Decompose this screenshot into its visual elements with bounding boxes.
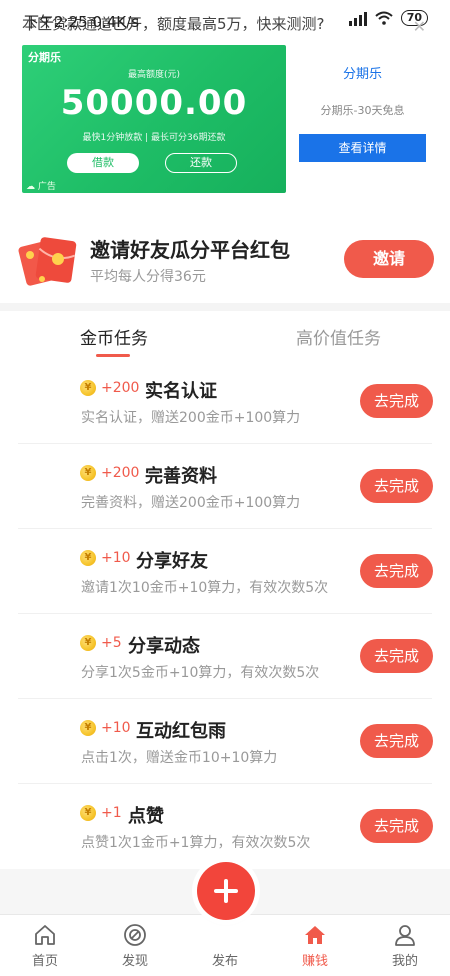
task-item: +200 实名认证 实名认证，赠送200金币+100算力 去完成 <box>0 359 450 444</box>
ad-repay-button[interactable]: 还款 <box>165 153 237 173</box>
compass-icon <box>124 924 146 946</box>
task-item: +10 分享好友 邀请1次10金币+10算力，有效次数5次 去完成 <box>0 529 450 614</box>
task-item: +10 互动红包雨 点击1次，赠送金币10+10算力 去完成 <box>0 699 450 784</box>
coin-icon <box>80 380 96 396</box>
nav-label: 发现 <box>121 954 148 969</box>
invite-banner: 邀请好友瓜分平台红包 平均每人分得36元 邀请 <box>0 213 450 303</box>
ad-headline-overlay: 本区贷款通道已开，额度最高5万，快来测测? <box>22 15 325 33</box>
nav-item-home[interactable]: 首页 <box>5 915 85 976</box>
section-divider <box>0 303 450 311</box>
invite-button[interactable]: 邀请 <box>344 240 434 278</box>
tab-coin-tasks[interactable]: 金币任务 <box>80 324 148 349</box>
nav-item-earn[interactable]: 赚钱 <box>275 915 355 976</box>
bottom-nav: 首页 发现 发布 赚钱 我的 <box>0 914 450 976</box>
task-complete-button[interactable]: 去完成 <box>360 554 433 588</box>
task-item: +200 完善资料 完善资料，赠送200金币+100算力 去完成 <box>0 444 450 529</box>
task-title: 分享动态 <box>128 636 200 657</box>
user-icon <box>395 925 415 946</box>
task-title: 互动红包雨 <box>136 721 226 742</box>
tab-high-value-tasks[interactable]: 高价值任务 <box>296 324 381 349</box>
coin-icon <box>80 635 96 651</box>
close-ad-icon[interactable]: ✕ <box>413 17 426 36</box>
nav-label: 首页 <box>31 954 58 969</box>
task-desc: 分享1次5金币+10算力，有效次数5次 <box>81 665 320 681</box>
task-desc: 实名认证，赠送200金币+100算力 <box>81 410 301 426</box>
ad-brand: 分期乐 <box>28 51 61 64</box>
task-item: +5 分享动态 分享1次5金币+10算力，有效次数5次 去完成 <box>0 614 450 699</box>
nav-label: 发布 <box>211 954 238 969</box>
task-title: 点赞 <box>128 806 164 827</box>
task-title: 完善资料 <box>145 466 217 487</box>
task-title: 实名认证 <box>145 381 217 402</box>
ad-limit-label: 最高额度(元) <box>127 70 181 80</box>
nav-item-discover[interactable]: 发现 <box>95 915 175 976</box>
task-reward: +10 <box>101 550 131 566</box>
task-reward: +200 <box>101 380 140 396</box>
task-reward: +5 <box>101 635 122 651</box>
ad-banner[interactable]: 分期乐 最高额度(元) 50000.00 最快1分钟放款 | 最长可分36期还款… <box>22 45 286 193</box>
task-desc: 点赞1次1金币+1算力，有效次数5次 <box>81 835 311 851</box>
task-desc: 点击1次，赠送金币10+10算力 <box>81 750 278 766</box>
task-complete-button[interactable]: 去完成 <box>360 469 433 503</box>
coin-icon <box>80 465 96 481</box>
task-title: 分享好友 <box>136 551 208 572</box>
invite-subtitle: 平均每人分得36元 <box>90 269 206 285</box>
task-desc: 完善资料，赠送200金币+100算力 <box>81 495 301 511</box>
coin-icon <box>80 805 96 821</box>
publish-plus-button[interactable] <box>197 862 255 920</box>
nav-item-profile[interactable]: 我的 <box>365 915 445 976</box>
task-tabs: 金币任务 高价值任务 <box>0 311 450 359</box>
task-complete-button[interactable]: 去完成 <box>360 384 433 418</box>
invite-title: 邀请好友瓜分平台红包 <box>90 238 290 262</box>
nav-label: 赚钱 <box>301 954 328 969</box>
task-reward: +200 <box>101 465 140 481</box>
ad-side-subtitle: 分期乐-30天免息 <box>320 104 405 117</box>
ad-side-title: 分期乐 <box>342 67 382 82</box>
task-item: +1 点赞 点赞1次1金币+1算力，有效次数5次 去完成 <box>0 784 450 869</box>
task-complete-button[interactable]: 去完成 <box>360 724 433 758</box>
task-complete-button[interactable]: 去完成 <box>360 639 433 673</box>
home-outline-icon <box>35 925 55 945</box>
task-list: +200 实名认证 实名认证，赠送200金币+100算力 去完成 +200 完善… <box>0 359 450 869</box>
home-filled-icon <box>305 926 325 944</box>
coin-icon <box>80 550 96 566</box>
coin-icon <box>80 720 96 736</box>
ad-tag: ☁ 广告 <box>26 182 56 192</box>
ad-detail-button[interactable]: 查看详情 <box>299 134 426 162</box>
nav-label: 我的 <box>391 954 418 969</box>
tab-indicator <box>96 354 130 357</box>
ad-borrow-button[interactable]: 借款 <box>67 153 139 173</box>
ad-desc: 最快1分钟放款 | 最长可分36期还款 <box>82 133 226 143</box>
signal-icon <box>348 10 367 26</box>
task-complete-button[interactable]: 去完成 <box>360 809 433 843</box>
task-reward: +10 <box>101 720 131 736</box>
task-desc: 邀请1次10金币+10算力，有效次数5次 <box>81 580 329 596</box>
status-bar: 下午2:25 0.4K/s 本区贷款通道已开，额度最高5万，快来测测? 70 <box>0 0 450 40</box>
nav-item-publish[interactable]: 发布 <box>185 915 265 976</box>
wifi-icon <box>375 11 393 25</box>
ad-amount: 50000.00 <box>60 83 248 123</box>
task-reward: +1 <box>101 805 122 821</box>
red-envelope-icon <box>18 237 77 286</box>
ad-tag-label: 广告 <box>37 182 56 192</box>
